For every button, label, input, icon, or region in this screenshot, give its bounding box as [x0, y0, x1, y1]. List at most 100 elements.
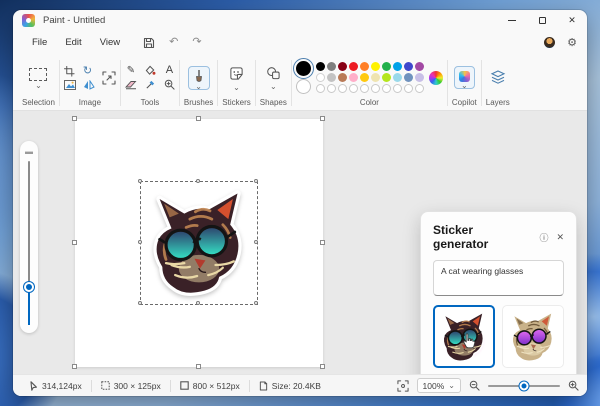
copilot-group[interactable]: ⌄ Copilot — [449, 56, 480, 110]
cursor-position-status: 314,124px — [21, 381, 91, 391]
shapes-group[interactable]: ⌄ Shapes — [257, 56, 290, 110]
canvas-resize-handle-2[interactable] — [196, 116, 201, 121]
canvas-resize-handle-7[interactable] — [196, 364, 201, 369]
rotate-icon[interactable]: ↻ — [83, 65, 95, 77]
close-button[interactable]: ✕ — [557, 10, 587, 31]
color-swatch-r2-9[interactable] — [403, 73, 413, 82]
canvas-resize-handle-8[interactable] — [320, 364, 325, 369]
zoom-level-dropdown[interactable]: 100% ⌄ — [416, 378, 461, 393]
fit-to-window-icon[interactable] — [396, 379, 409, 392]
custom-color-slot-10[interactable] — [414, 84, 424, 93]
zoom-in-icon[interactable] — [568, 380, 579, 391]
magnifier-icon[interactable] — [164, 79, 175, 90]
canvas-resize-handle-5[interactable] — [320, 240, 325, 245]
redo-icon[interactable]: ↷ — [192, 37, 201, 48]
selection-handle-3[interactable] — [254, 179, 258, 183]
drawing-canvas[interactable] — [72, 116, 325, 369]
copilot-button[interactable]: ⌄ — [453, 66, 475, 90]
titlebar[interactable]: Paint - Untitled ✕ — [13, 10, 587, 31]
color-swatch-r2-3[interactable] — [337, 73, 347, 82]
text-tool-icon[interactable]: A — [166, 65, 173, 76]
photo-icon[interactable] — [63, 79, 76, 90]
cat-sticker-on-canvas[interactable] — [144, 185, 254, 301]
color-swatch-r2-1[interactable] — [315, 73, 325, 82]
selection-handle-5[interactable] — [254, 240, 258, 244]
color-swatch-r2-10[interactable] — [414, 73, 424, 82]
custom-color-slot-8[interactable] — [392, 84, 402, 93]
canvas-resize-handle-1[interactable] — [72, 116, 77, 121]
custom-color-slot-1[interactable] — [315, 84, 325, 93]
selection-tool-group[interactable]: ⌄ Selection — [19, 56, 58, 110]
color-swatch-r2-2[interactable] — [326, 73, 336, 82]
canvas-resize-handle-3[interactable] — [320, 116, 325, 121]
primary-color-swatch[interactable] — [292, 58, 314, 79]
pencil-icon[interactable]: ✎ — [127, 65, 135, 76]
color-swatch-r1-6[interactable] — [370, 62, 380, 71]
selection-handle-4[interactable] — [138, 240, 142, 244]
color-swatch-r1-3[interactable] — [337, 62, 347, 71]
color-swatch-r1-1[interactable] — [315, 62, 325, 71]
color-swatch-r2-6[interactable] — [370, 73, 380, 82]
brush-size-track[interactable] — [24, 161, 34, 325]
undo-icon[interactable]: ↶ — [169, 37, 178, 48]
custom-color-slot-2[interactable] — [326, 84, 336, 93]
custom-color-slot-5[interactable] — [359, 84, 369, 93]
selection-marquee[interactable] — [138, 179, 258, 305]
secondary-color-swatch[interactable] — [295, 79, 311, 94]
eraser-icon[interactable] — [124, 80, 137, 90]
brushes-group[interactable]: ⌄ Brushes — [181, 56, 216, 110]
edit-colors-icon[interactable] — [428, 70, 443, 85]
selection-handle-6[interactable] — [138, 301, 142, 305]
color-swatch-r1-2[interactable] — [326, 62, 336, 71]
brush-size-thumb[interactable] — [24, 282, 34, 293]
canvas-resize-handle-4[interactable] — [72, 240, 77, 245]
menu-file[interactable]: File — [23, 34, 56, 51]
menu-edit[interactable]: Edit — [56, 34, 90, 51]
settings-gear-icon[interactable]: ⚙ — [567, 36, 577, 49]
panel-close-icon[interactable]: ✕ — [556, 232, 564, 243]
fill-bucket-icon[interactable] — [145, 65, 156, 76]
color-swatch-r1-7[interactable] — [381, 62, 391, 71]
selection-handle-7[interactable] — [196, 301, 200, 305]
selection-handle-2[interactable] — [196, 179, 200, 183]
custom-color-slot-4[interactable] — [348, 84, 358, 93]
crop-icon[interactable] — [63, 65, 75, 77]
selection-handle-1[interactable] — [138, 179, 142, 183]
custom-color-slot-3[interactable] — [337, 84, 347, 93]
flip-icon[interactable] — [83, 79, 95, 90]
zoom-slider-thumb[interactable] — [519, 381, 529, 390]
menu-view[interactable]: View — [91, 34, 129, 51]
color-swatch-r1-5[interactable] — [359, 62, 369, 71]
resize-icon[interactable] — [102, 70, 116, 85]
zoom-out-icon[interactable] — [469, 380, 480, 391]
chevron-down-icon: ⌄ — [233, 82, 240, 92]
brushes-button[interactable]: ⌄ — [187, 65, 210, 90]
color-swatch-r2-8[interactable] — [392, 73, 402, 82]
color-swatch-r2-5[interactable] — [359, 73, 369, 82]
custom-color-slot-9[interactable] — [403, 84, 413, 93]
menubar: File Edit View ↶ ↷ ⚙ — [13, 31, 587, 54]
layers-group[interactable]: Layers — [483, 56, 513, 110]
color-swatch-r2-4[interactable] — [348, 73, 358, 82]
color-swatch-r1-10[interactable] — [414, 62, 424, 71]
eyedropper-icon[interactable] — [145, 79, 156, 90]
custom-color-slot-6[interactable] — [370, 84, 380, 93]
stickers-group[interactable]: ⌄ Stickers — [219, 56, 253, 110]
save-icon[interactable] — [143, 37, 155, 49]
zoom-slider[interactable] — [488, 381, 560, 390]
maximize-button[interactable] — [527, 10, 557, 31]
prompt-input[interactable]: A cat wearing glasses — [433, 260, 564, 296]
sticker-thumbnail-2[interactable] — [502, 305, 564, 368]
custom-color-slot-7[interactable] — [381, 84, 391, 93]
info-icon[interactable]: ⓘ — [539, 231, 548, 244]
color-swatch-r1-4[interactable] — [348, 62, 358, 71]
account-avatar[interactable] — [544, 37, 556, 48]
minimize-button[interactable] — [497, 10, 527, 31]
color-swatch-r1-8[interactable] — [392, 62, 402, 71]
canvas-resize-handle-6[interactable] — [72, 364, 77, 369]
color-swatch-r1-9[interactable] — [403, 62, 413, 71]
brush-size-slider[interactable]: ▬ — [20, 141, 38, 333]
sticker-thumbnail-1[interactable] — [433, 305, 495, 368]
color-swatch-r2-7[interactable] — [381, 73, 391, 82]
selection-handle-8[interactable] — [254, 301, 258, 305]
